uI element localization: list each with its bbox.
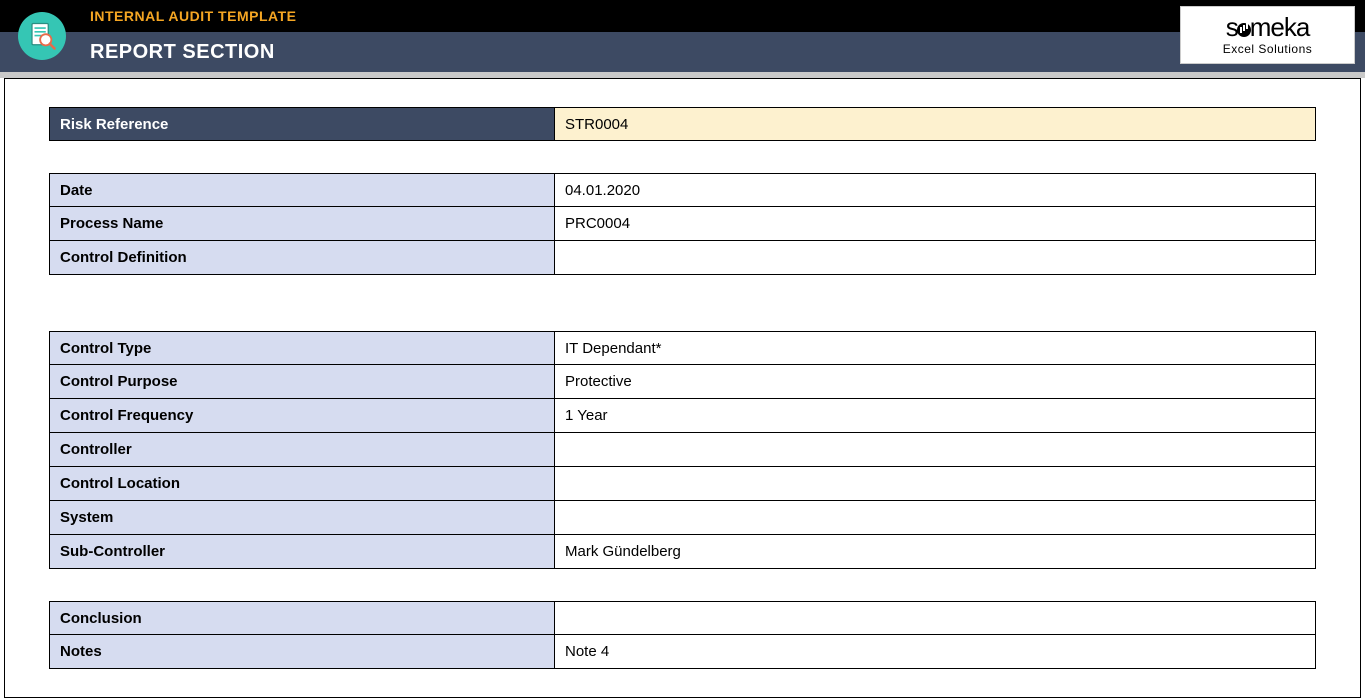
label-notes: Notes bbox=[50, 635, 555, 668]
value-notes[interactable]: Note 4 bbox=[555, 635, 1315, 668]
value-process-name[interactable]: PRC0004 bbox=[555, 207, 1315, 240]
spacer bbox=[49, 275, 1316, 331]
value-controller[interactable] bbox=[555, 433, 1315, 466]
label-control-frequency: Control Frequency bbox=[50, 399, 555, 432]
brand-name: smeka bbox=[1226, 14, 1310, 40]
value-control-location[interactable] bbox=[555, 467, 1315, 500]
document-search-icon bbox=[18, 12, 66, 60]
label-control-purpose: Control Purpose bbox=[50, 365, 555, 398]
header-slate-bar: REPORT SECTION bbox=[0, 32, 1365, 72]
row-system: System bbox=[49, 501, 1316, 535]
row-control-purpose: Control PurposeProtective bbox=[49, 365, 1316, 399]
row-controller: Controller bbox=[49, 433, 1316, 467]
report-content: Risk Reference STR0004 Date04.01.2020Pro… bbox=[4, 78, 1361, 698]
label-conclusion: Conclusion bbox=[50, 602, 555, 634]
row-control-frequency: Control Frequency1 Year bbox=[49, 399, 1316, 433]
row-control-type: Control TypeIT Dependant* bbox=[49, 331, 1316, 365]
label-risk-reference: Risk Reference bbox=[50, 108, 555, 140]
template-title: INTERNAL AUDIT TEMPLATE bbox=[90, 8, 296, 24]
row-date: Date04.01.2020 bbox=[49, 173, 1316, 207]
value-control-purpose[interactable]: Protective bbox=[555, 365, 1315, 398]
row-notes: NotesNote 4 bbox=[49, 635, 1316, 669]
spacer bbox=[49, 569, 1316, 601]
value-risk-reference[interactable]: STR0004 bbox=[555, 108, 1315, 140]
row-process-name: Process NamePRC0004 bbox=[49, 207, 1316, 241]
value-conclusion[interactable] bbox=[555, 602, 1315, 634]
section-title: REPORT SECTION bbox=[90, 41, 275, 64]
brand-logo: smeka Excel Solutions bbox=[1180, 6, 1355, 64]
header-black-bar: smeka Excel Solutions INTERNAL AUDIT TEM… bbox=[0, 0, 1365, 32]
group-conclusion: ConclusionNotesNote 4 bbox=[49, 601, 1316, 669]
row-control-definition: Control Definition bbox=[49, 241, 1316, 275]
row-control-location: Control Location bbox=[49, 467, 1316, 501]
value-control-type[interactable]: IT Dependant* bbox=[555, 332, 1315, 364]
value-control-definition[interactable] bbox=[555, 241, 1315, 274]
label-sub-controller: Sub-Controller bbox=[50, 535, 555, 568]
label-control-type: Control Type bbox=[50, 332, 555, 364]
row-conclusion: Conclusion bbox=[49, 601, 1316, 635]
label-date: Date bbox=[50, 174, 555, 206]
group-control: Control TypeIT Dependant*Control Purpose… bbox=[49, 331, 1316, 569]
label-process-name: Process Name bbox=[50, 207, 555, 240]
row-sub-controller: Sub-ControllerMark Gündelberg bbox=[49, 535, 1316, 569]
label-controller: Controller bbox=[50, 433, 555, 466]
group-general: Date04.01.2020Process NamePRC0004Control… bbox=[49, 173, 1316, 275]
label-control-definition: Control Definition bbox=[50, 241, 555, 274]
brand-tagline: Excel Solutions bbox=[1223, 42, 1313, 56]
label-control-location: Control Location bbox=[50, 467, 555, 500]
spacer bbox=[49, 141, 1316, 173]
label-system: System bbox=[50, 501, 555, 534]
value-system[interactable] bbox=[555, 501, 1315, 534]
value-date[interactable]: 04.01.2020 bbox=[555, 174, 1315, 206]
value-sub-controller[interactable]: Mark Gündelberg bbox=[555, 535, 1315, 568]
row-risk-reference: Risk Reference STR0004 bbox=[49, 107, 1316, 141]
value-control-frequency[interactable]: 1 Year bbox=[555, 399, 1315, 432]
